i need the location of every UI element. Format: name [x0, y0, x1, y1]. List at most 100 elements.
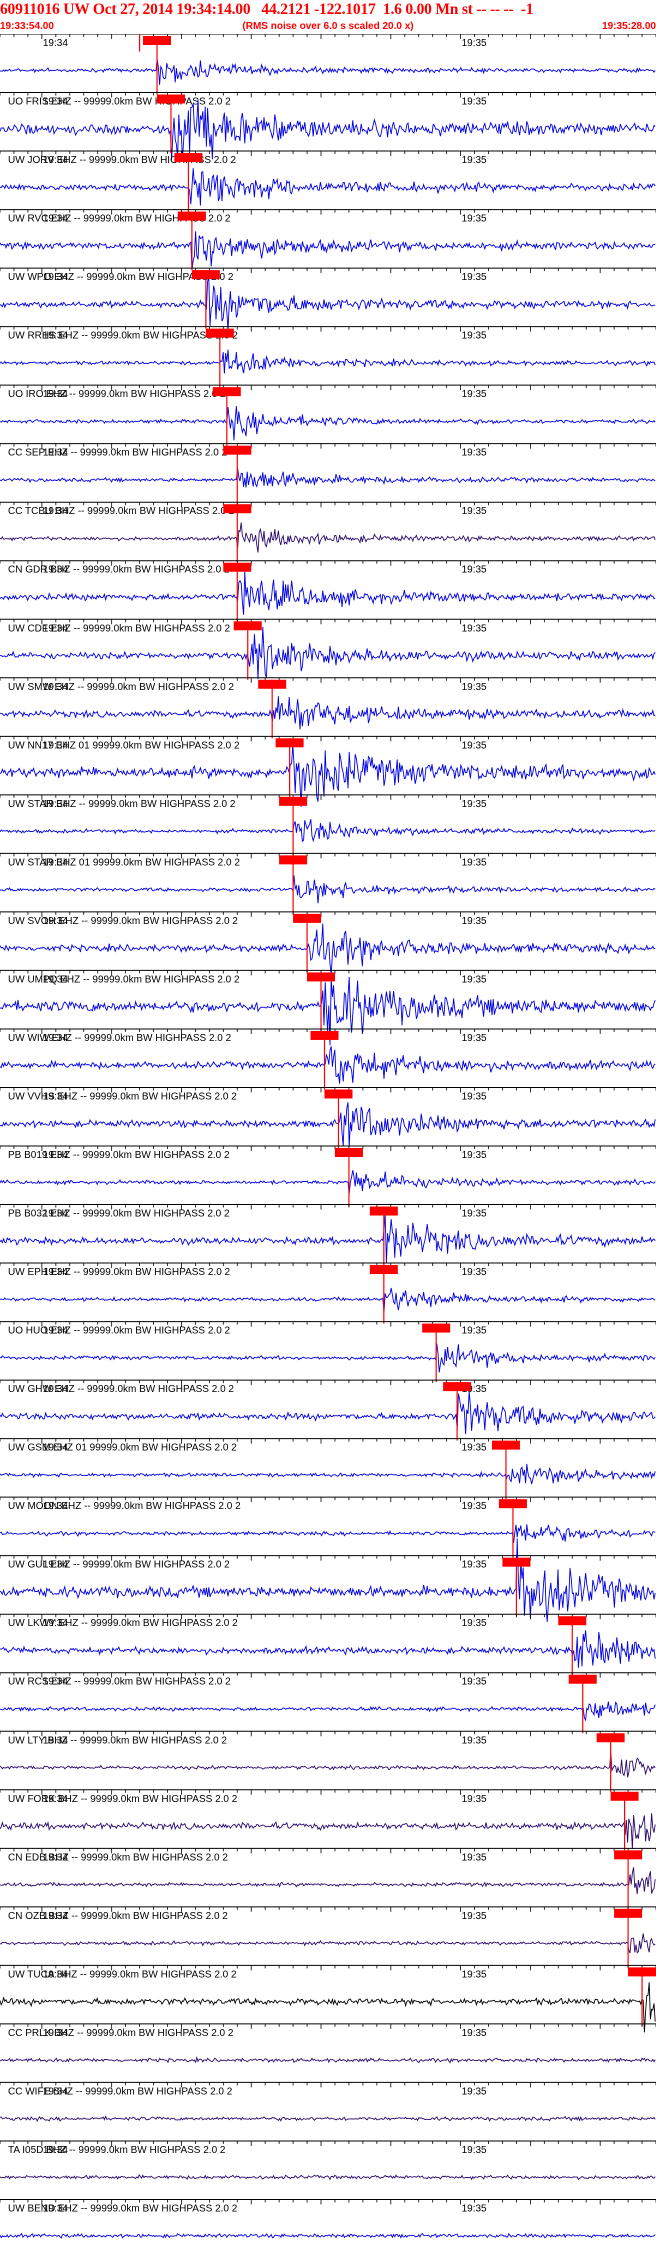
station-label: UW STAR EHZ -- 99999.0km BW HIGHPASS 2.0…: [8, 799, 236, 810]
station-label: UW BEND EHZ -- 99999.0km BW HIGHPASS 2.0…: [8, 2203, 238, 2214]
waveform: [0, 349, 656, 374]
trace-row: 19:34 19:35UW FORK BHZ -- 99999.0km BW HI…: [0, 1789, 656, 1851]
station-label: CN EDB BHZ -- 99999.0km BW HIGHPASS 2.0 …: [8, 1852, 228, 1863]
trace-row: 19:34 19:35CN OZB BHZ -- 99999.0km BW HIG…: [0, 1906, 656, 1968]
time-label: 19:35: [462, 1501, 487, 1512]
station-label: TA I05D BHZ -- 99999.0km BW HIGHPASS 2.0…: [8, 2145, 226, 2156]
trace-row: 19:34 19:35UW WPO EHZ -- 99999.0km BW HIG…: [0, 267, 656, 331]
trace-row: 19:34 19:35UW SVOH EHZ -- 99999.0km BW HI…: [0, 911, 656, 976]
trace-row: 19:34 19:35CC PRLK BHZ -- 99999.0km BW HI…: [0, 2023, 656, 2064]
waveform: [0, 696, 656, 730]
station-label: UW SVOH EHZ -- 99999.0km BW HIGHPASS 2.0…: [8, 916, 238, 927]
waveform: [0, 1170, 656, 1194]
station-label: CC WIFE BHZ -- 99999.0km BW HIGHPASS 2.0…: [8, 2086, 233, 2097]
station-label: PB B019 EHZ -- 99999.0km BW HIGHPASS 2.0…: [8, 1150, 230, 1161]
trace-row: 19:34 19:35UW EPH EHZ -- 99999.0km BW HIG…: [0, 1262, 656, 1324]
waveform: [0, 1813, 656, 1850]
station-label: UW FORK BHZ -- 99999.0km BW HIGHPASS 2.0…: [8, 1794, 238, 1805]
station-label: CN OZB BHZ -- 99999.0km BW HIGHPASS 2.0 …: [8, 1911, 228, 1922]
waveform: [0, 744, 656, 807]
time-label: 19:35: [462, 1091, 487, 1102]
waveform: [0, 1102, 656, 1147]
time-label: 19:35: [462, 1209, 487, 1220]
waveform: [0, 522, 656, 553]
waveform: [0, 1538, 656, 1623]
trace-row: 19:34 19:35UW RCS EHZ -- 99999.0km BW HIG…: [0, 1672, 656, 1734]
time-label: 19:35: [462, 97, 487, 108]
time-label: 19:35: [462, 1911, 487, 1922]
time-label: 19:35: [462, 155, 487, 166]
station-label: UW GHW EHZ -- 99999.0km BW HIGHPASS 2.0 …: [8, 1384, 234, 1395]
trace-row: 19:34 19:35UW STAR EHZ -- 99999.0km BW HI…: [0, 794, 656, 856]
waveform: [0, 1630, 656, 1668]
station-label: UW GSM EHZ 01 99999.0km BW HIGHPASS 2.0 …: [8, 1443, 237, 1454]
time-label: 19:35: [462, 1150, 487, 1161]
time-label: 19:35: [462, 1033, 487, 1044]
trace-row: 19:34 19:35PB B032 EHZ -- 99999.0km BW HI…: [0, 1204, 656, 1266]
station-label: UW STAR EHZ 01 99999.0km BW HIGHPASS 2.0…: [8, 857, 240, 868]
station-label: UW UMPQ EHZ -- 99999.0km BW HIGHPASS 2.0…: [8, 974, 240, 985]
time-label: 19:35: [462, 1677, 487, 1688]
station-label: UW NN17 EHZ 01 99999.0km BW HIGHPASS 2.0…: [8, 740, 240, 751]
trace-row: 19:34 19:35PB B019 EHZ -- 99999.0km BW HI…: [0, 1145, 656, 1207]
waveform: [0, 2115, 656, 2123]
station-label: UW WIW EHZ -- 99999.0km BW HIGHPASS 2.0 …: [8, 1033, 232, 1044]
station-label: CC SEP EHZ -- 99999.0km BW HIGHPASS 2.0 …: [8, 448, 228, 459]
station-label: CC TCBU BHZ -- 99999.0km BW HIGHPASS 2.0…: [8, 506, 235, 517]
trace-row: 19:34 19:35UW RRHS EHZ -- 99999.0km BW HI…: [0, 326, 656, 388]
station-label: UW VVHS EHZ -- 99999.0km BW HIGHPASS 2.0…: [8, 1091, 237, 1102]
plot-header: 60911016 UW Oct 27, 2014 19:34:14.00 44.…: [0, 0, 656, 34]
time-label: 19:35: [462, 565, 487, 576]
station-label: UW GUL EHZ -- 99999.0km BW HIGHPASS 2.0 …: [8, 1560, 230, 1571]
trace-row: 19:34 19:35CC WIFE BHZ -- 99999.0km BW HI…: [0, 2081, 656, 2123]
waveform: [0, 231, 656, 271]
trace-row: 19:34 19:35UW JORV EHZ -- 99999.0km BW HI…: [0, 150, 656, 212]
waveform: [0, 1343, 656, 1373]
waveform: [0, 819, 656, 843]
time-label: 19:35: [462, 272, 487, 283]
waveform: [0, 1214, 656, 1263]
time-label: 19:35: [462, 623, 487, 634]
time-label: 19:35: [462, 1267, 487, 1278]
trace-row: 19:34 19:35UW BEND EHZ -- 99999.0km BW HI…: [0, 2198, 656, 2239]
trace-row: 19:34 19:35UW MOON EHZ -- 99999.0km BW HI…: [0, 1496, 656, 1558]
time-label: 19:35: [462, 2086, 487, 2097]
waveform: [0, 1463, 656, 1485]
time-label: 19:35: [462, 331, 487, 342]
trace-row: 19:34 19:35UO IRO EHZ -- 99999.0km BW HIG…: [0, 384, 656, 446]
waveform: [0, 1524, 656, 1543]
station-label: UW LTY BHZ -- 99999.0km BW HIGHPASS 2.0 …: [8, 1735, 227, 1746]
waveform: [0, 406, 656, 441]
time-label: 19:35: [462, 2203, 487, 2214]
trace-row: 19:34 19:35UW NN17 EHZ 01 99999.0km BW HI…: [0, 735, 656, 807]
rms-note: (RMS noise over 6.0 s scaled 20.0 x): [242, 21, 414, 32]
waveform: [0, 2232, 656, 2239]
time-label: 19:35: [462, 974, 487, 985]
trace-row: 19:34 19:35UW VVHS EHZ -- 99999.0km BW HI…: [0, 1086, 656, 1148]
station-label: UW EPH EHZ -- 99999.0km BW HIGHPASS 2.0 …: [8, 1267, 231, 1278]
station-label: UO IRO EHZ -- 99999.0km BW HIGHPASS 2.0 …: [8, 389, 226, 400]
time-label: 19:35: [462, 740, 487, 751]
waveform: [0, 468, 656, 488]
trace-row: 19:34 19:35CC SEP EHZ -- 99999.0km BW HIG…: [0, 443, 656, 505]
time-label: 19:35: [462, 448, 487, 459]
trace-row: 19:34 19:35UO FRIS EHZ -- 99999.0km BW HI…: [0, 92, 656, 160]
waveform: [0, 1287, 656, 1313]
trace-row: 19:34 19:35UW GSM EHZ 01 99999.0km BW HIG…: [0, 1438, 656, 1500]
trace-row: 19:34 19:35UW GUL EHZ -- 99999.0km BW HIG…: [0, 1538, 656, 1623]
waveform: [0, 1046, 656, 1084]
station-label: PB B032 EHZ -- 99999.0km BW HIGHPASS 2.0…: [8, 1209, 230, 1220]
time-label: 19:35: [462, 38, 487, 49]
time-label: 19:35: [462, 799, 487, 810]
trace-row: 19:34 19:35UW LTY BHZ -- 99999.0km BW HIG…: [0, 1730, 656, 1792]
station-label: CC PRLK BHZ -- 99999.0km BW HIGHPASS 2.0…: [8, 2028, 234, 2039]
time-label: 19:35: [462, 1852, 487, 1863]
station-label: UW RRHS EHZ -- 99999.0km BW HIGHPASS 2.0…: [8, 331, 238, 342]
waveform: [0, 168, 656, 206]
trace-row: 19:34 19:35TA I05D BHZ -- 99999.0km BW HI…: [0, 2140, 656, 2181]
waveform: [0, 875, 656, 904]
station-label: UW SMW EHZ -- 99999.0km BW HIGHPASS 2.0 …: [8, 682, 234, 693]
time-label: 19:35: [462, 506, 487, 517]
station-label: UW CDF EHZ -- 99999.0km BW HIGHPASS 2.0 …: [8, 623, 231, 634]
waveform: [0, 626, 656, 680]
